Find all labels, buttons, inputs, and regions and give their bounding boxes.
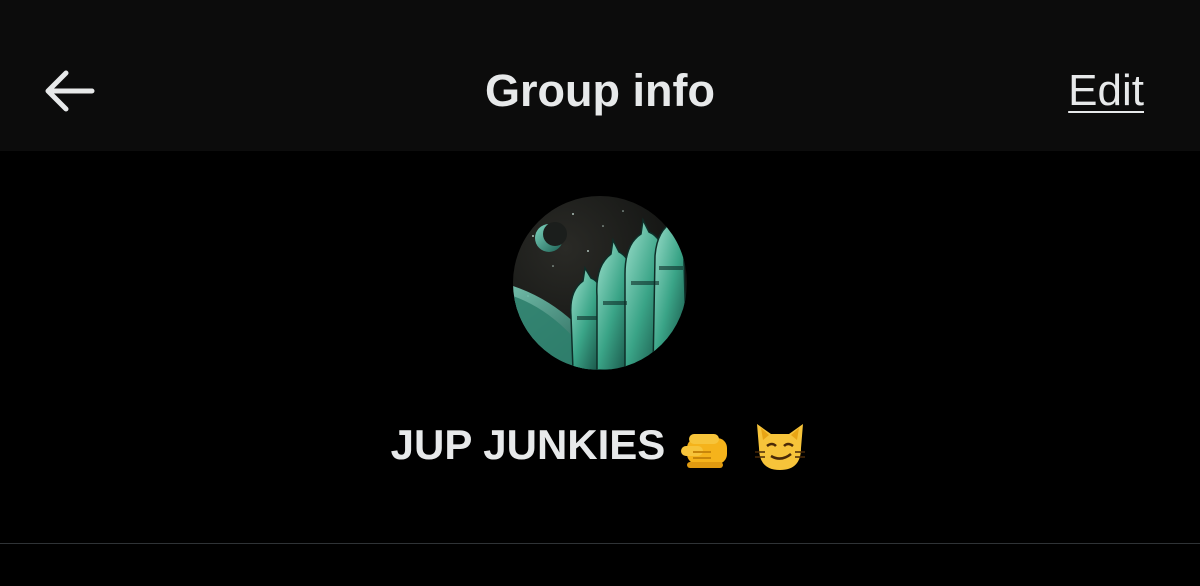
group-name: JUP JUNKIES bbox=[390, 421, 666, 468]
edit-button[interactable]: Edit bbox=[1068, 65, 1144, 117]
top-bar: Group info Edit bbox=[0, 0, 1200, 151]
smirking-cat-icon bbox=[751, 416, 809, 474]
divider bbox=[0, 543, 1200, 544]
group-name-row: JUP JUNKIES bbox=[0, 416, 1200, 474]
pointing-finger-icon bbox=[679, 416, 737, 474]
group-avatar[interactable] bbox=[513, 196, 687, 370]
space-cats-avatar bbox=[513, 196, 687, 370]
page-title: Group info bbox=[485, 65, 715, 116]
